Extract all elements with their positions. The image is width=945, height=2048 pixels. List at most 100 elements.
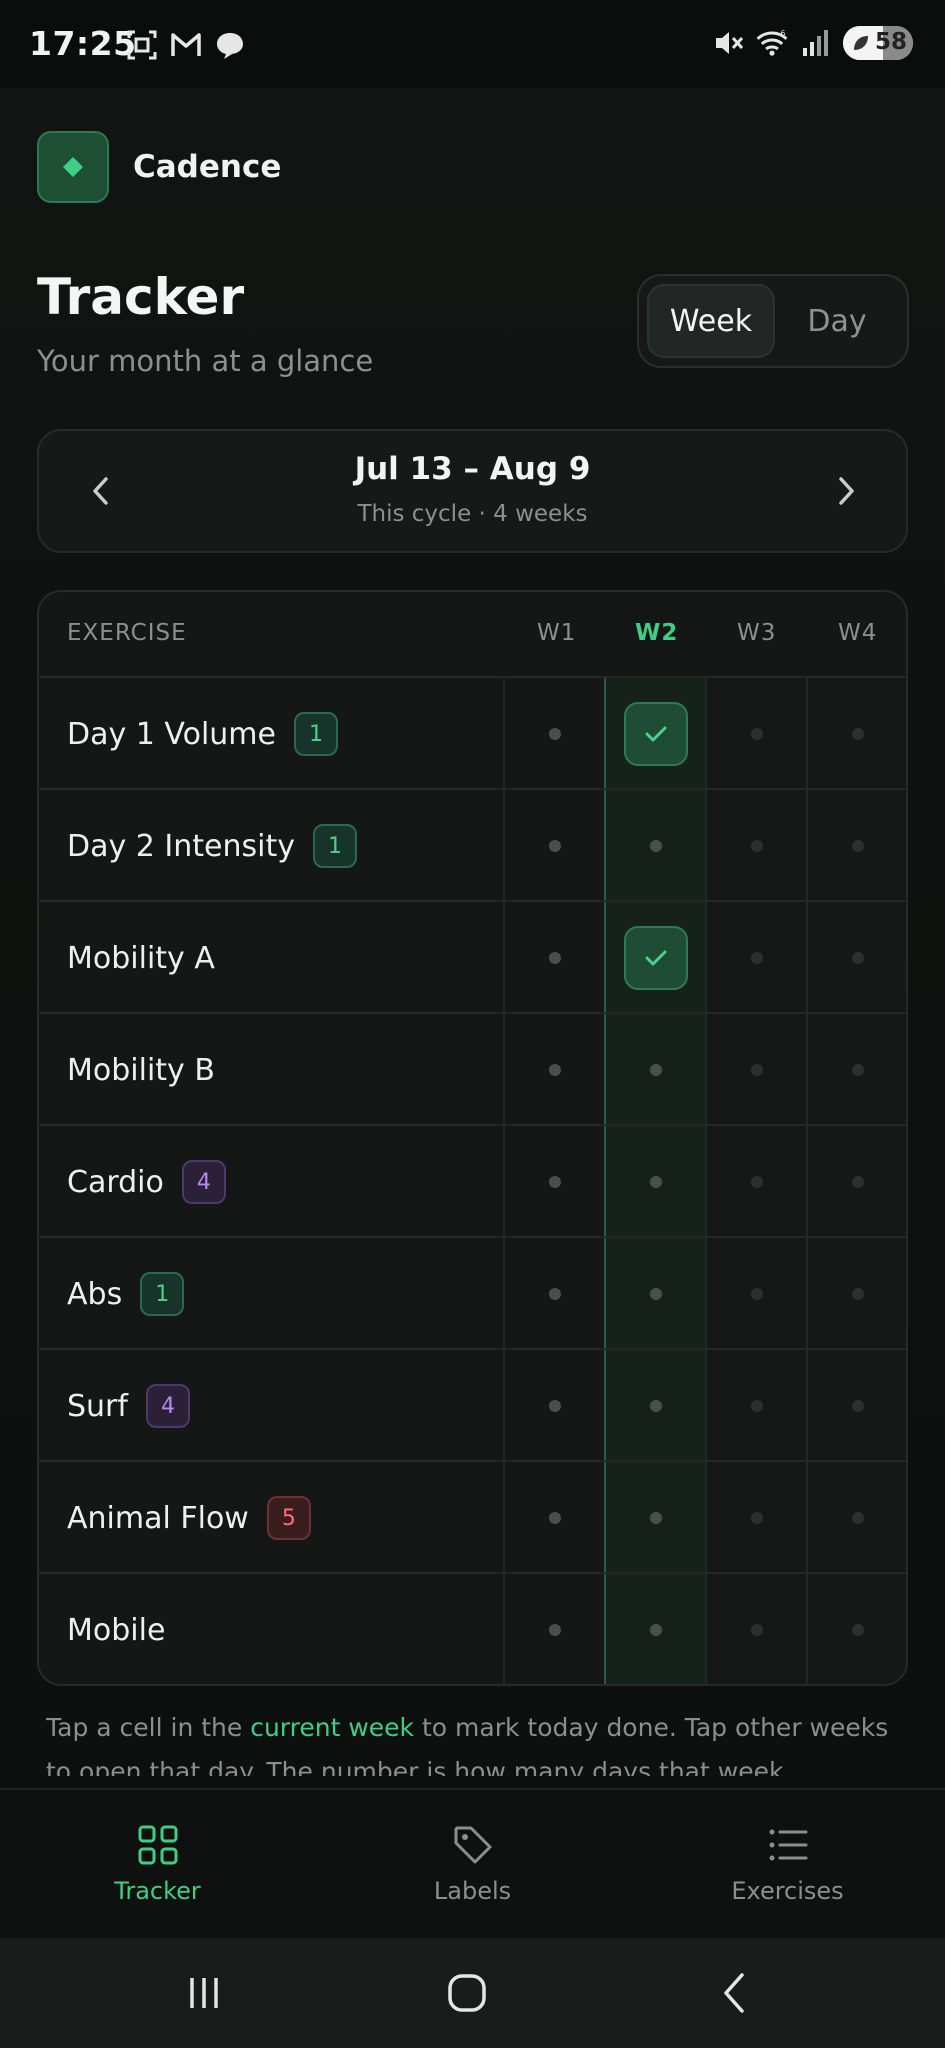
empty-dot (750, 1400, 763, 1412)
week-cell-w4[interactable] (807, 1462, 906, 1574)
week-cell-w2[interactable] (605, 1350, 706, 1462)
week-cell-w1[interactable] (504, 1014, 605, 1126)
week-cell-w4[interactable] (807, 1574, 906, 1684)
week-cell-w3[interactable] (706, 678, 807, 790)
empty-dot (851, 1400, 864, 1412)
week-cell-w1[interactable] (504, 1350, 605, 1462)
toggle-day[interactable]: Day (775, 284, 899, 358)
header-w1: W1 (537, 620, 577, 646)
week-cell-w2[interactable] (605, 1126, 706, 1238)
exercise-label[interactable]: Cardio 4 (67, 1126, 226, 1238)
exercise-label[interactable]: Abs 1 (67, 1238, 185, 1350)
week-cell-w4[interactable] (807, 678, 906, 790)
empty-dot (548, 840, 561, 852)
exercise-label[interactable]: Mobile (67, 1574, 165, 1684)
nav-exercises[interactable]: Exercises (630, 1790, 945, 1940)
home-button[interactable] (437, 1968, 497, 2018)
checkmark-icon (645, 726, 666, 742)
empty-dot (750, 1288, 763, 1300)
view-toggle: Week Day (637, 274, 909, 368)
grid-icon (138, 1825, 177, 1865)
week-cell-w1[interactable] (504, 902, 605, 1014)
brand-name: Cadence (133, 149, 282, 185)
header-w2: W2 (635, 620, 679, 646)
days-count-badge: 4 (181, 1160, 226, 1204)
home-icon (448, 1974, 486, 2012)
week-cell-w2[interactable] (605, 902, 706, 1014)
week-cell-w4[interactable] (807, 1238, 906, 1350)
exercise-name: Day 1 Volume (67, 716, 276, 752)
tracker-table: EXERCISE W1 W2 W3 W4 Day 1 Volume 1 Day 2 … (37, 590, 908, 1686)
week-cell-w4[interactable] (807, 1014, 906, 1126)
week-cell-w1[interactable] (504, 1574, 605, 1684)
week-cell-w2[interactable] (605, 1574, 706, 1684)
empty-dot (851, 1064, 864, 1076)
week-cell-w4[interactable] (807, 1350, 906, 1462)
week-cell-w3[interactable] (706, 790, 807, 902)
exercise-name: Surf (67, 1388, 128, 1424)
main-content: Cadence Tracker Your month at a glance W… (0, 88, 945, 1788)
week-cell-w1[interactable] (504, 790, 605, 902)
week-cell-w2[interactable] (605, 678, 706, 790)
week-cell-w3[interactable] (706, 1126, 807, 1238)
days-count-badge: 5 (266, 1496, 311, 1540)
page-subtitle: Your month at a glance (37, 344, 374, 378)
exercise-label[interactable]: Mobility A (67, 902, 215, 1014)
week-cell-w2[interactable] (605, 790, 706, 902)
table-row: Animal Flow 5 (39, 1462, 906, 1574)
empty-dot (548, 952, 561, 964)
exercise-label[interactable]: Animal Flow 5 (67, 1462, 311, 1574)
bottom-navigation: Tracker Labels Exercises (0, 1788, 945, 1938)
week-cell-w1[interactable] (504, 1238, 605, 1350)
recent-apps-button[interactable] (174, 1968, 234, 2018)
back-button[interactable] (704, 1968, 764, 2018)
table-row: Day 2 Intensity 1 (39, 790, 906, 902)
empty-dot (649, 1400, 662, 1412)
week-cell-w1[interactable] (504, 1462, 605, 1574)
empty-dot (548, 1176, 561, 1188)
empty-dot (548, 1288, 561, 1300)
toggle-week[interactable]: Week (647, 284, 775, 358)
table-row: Mobility A (39, 902, 906, 1014)
system-navigation-bar (0, 1938, 945, 2048)
empty-dot (851, 1288, 864, 1300)
empty-dot (851, 1512, 864, 1524)
week-cell-w4[interactable] (807, 902, 906, 1014)
week-cell-w3[interactable] (706, 902, 807, 1014)
exercise-label[interactable]: Day 2 Intensity 1 (67, 790, 357, 902)
brand: Cadence (37, 131, 281, 203)
week-cell-w1[interactable] (504, 678, 605, 790)
exercise-label[interactable]: Day 1 Volume 1 (67, 678, 338, 790)
week-cell-w2[interactable] (605, 1014, 706, 1126)
header-w3: W3 (737, 620, 777, 646)
week-cell-w4[interactable] (807, 1126, 906, 1238)
week-cell-w2[interactable] (605, 1238, 706, 1350)
week-cell-w3[interactable] (706, 1238, 807, 1350)
days-count-badge: 1 (293, 712, 338, 756)
nav-tracker[interactable]: Tracker (0, 1790, 315, 1940)
next-cycle-button[interactable] (824, 469, 868, 513)
table-row: Day 1 Volume 1 (39, 678, 906, 790)
empty-dot (750, 1624, 763, 1636)
week-cell-w2[interactable] (605, 1462, 706, 1574)
exercise-label[interactable]: Surf 4 (67, 1350, 190, 1462)
nav-labels[interactable]: Labels (315, 1790, 630, 1940)
week-cell-w1[interactable] (504, 1126, 605, 1238)
week-cell-w3[interactable] (706, 1574, 807, 1684)
days-count-badge: 1 (312, 824, 357, 868)
exercise-label[interactable]: Mobility B (67, 1014, 215, 1126)
week-cell-w3[interactable] (706, 1462, 807, 1574)
battery-percent: 58 (874, 29, 907, 55)
empty-dot (750, 1512, 763, 1524)
empty-dot (750, 952, 763, 964)
week-cell-w3[interactable] (706, 1014, 807, 1126)
week-cell-w3[interactable] (706, 1350, 807, 1462)
empty-dot (851, 1176, 864, 1188)
week-cell-w4[interactable] (807, 790, 906, 902)
table-row: Surf 4 (39, 1350, 906, 1462)
power-saving-icon (854, 36, 868, 50)
exercise-name: Mobility B (67, 1052, 215, 1088)
empty-dot (851, 840, 864, 852)
battery-indicator: 58 (843, 26, 913, 60)
exercise-name: Animal Flow (67, 1500, 249, 1536)
